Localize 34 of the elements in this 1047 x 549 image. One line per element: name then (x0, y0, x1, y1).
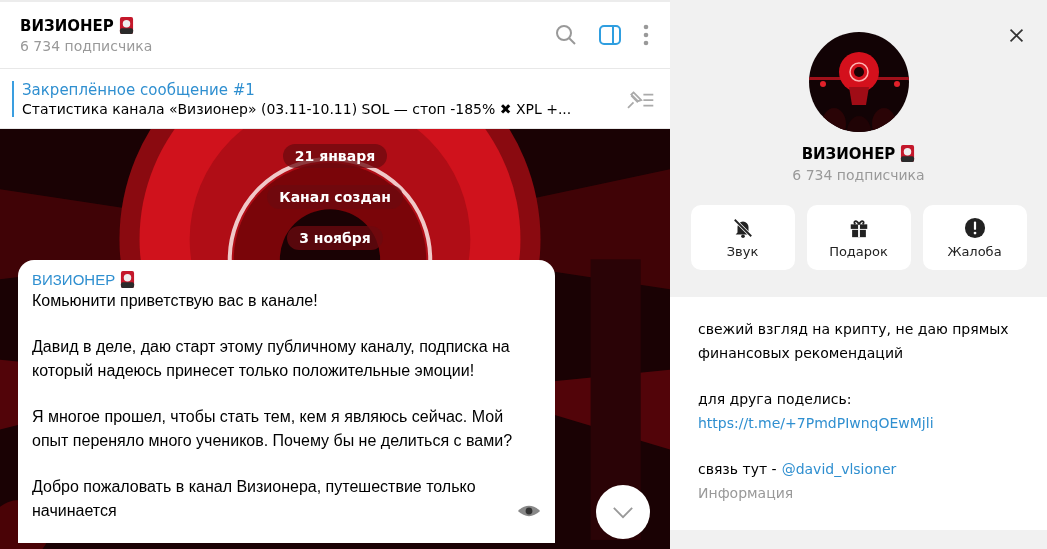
more-icon[interactable] (642, 23, 650, 47)
eye-icon (517, 504, 541, 518)
share-text: для друга поделись: (698, 390, 853, 409)
search-icon[interactable] (554, 23, 578, 47)
close-icon[interactable] (1008, 27, 1025, 44)
subscriber-count: 6 734 подписчика (20, 38, 153, 54)
chevron-down-icon (612, 505, 634, 519)
side-panel-icon[interactable] (598, 23, 622, 47)
invite-link[interactable]: https://t.me/+7PmdPIwnqOEwMjli (698, 411, 1019, 435)
muted-bell-icon (731, 216, 754, 239)
service-message: 3 ноября (287, 226, 383, 250)
message-author[interactable]: ВИЗИОНЕР (32, 271, 116, 288)
pinned-text: Статистика канала «Визионер» (03.11-10.11) SOL — стоп -185% ✖ XPL +... (22, 100, 572, 117)
subscriber-count: 6 734 подписчика (792, 167, 925, 183)
exclamation-icon (963, 216, 986, 239)
channel-description: свежий взгляд на крипту, не даю прямых финансовых рекомендаций (698, 320, 1010, 363)
info-label: Информация (698, 484, 795, 503)
action-button[interactable]: Звук (690, 205, 795, 270)
action-button[interactable]: Подарок (806, 205, 911, 270)
lantern-icon (118, 16, 134, 35)
message-text: Я многое прошел, чтобы стать тем, кем я являюсь сейчас. Мой опыт переняло много учеников. Почему бы не делиться с вами? (32, 407, 514, 451)
contact-link[interactable]: @david_vlsioner (781, 457, 897, 481)
service-message: 21 января (282, 144, 388, 168)
service-message: Канал создан (267, 185, 403, 209)
action-button[interactable]: Жалоба (922, 205, 1027, 270)
lantern-icon (120, 270, 136, 289)
channel-name: ВИЗИОНЕР (801, 144, 896, 163)
pinned-title: Закреплённое сообщение #1 (22, 80, 256, 99)
contact-text: связь тут - (698, 460, 777, 479)
message-text: Комьюнити приветствую вас в канале! (32, 291, 319, 311)
lantern-icon (900, 144, 916, 163)
message-text: Давид в деле, даю старт этому публичному каналу, подписка на который надеюсь принесет только положительные эмоции! (32, 337, 511, 381)
channel-title: ВИЗИОНЕР (20, 16, 114, 35)
message-text: Добро пожаловать в канал Визионера, путешествие только начинается (32, 477, 477, 521)
